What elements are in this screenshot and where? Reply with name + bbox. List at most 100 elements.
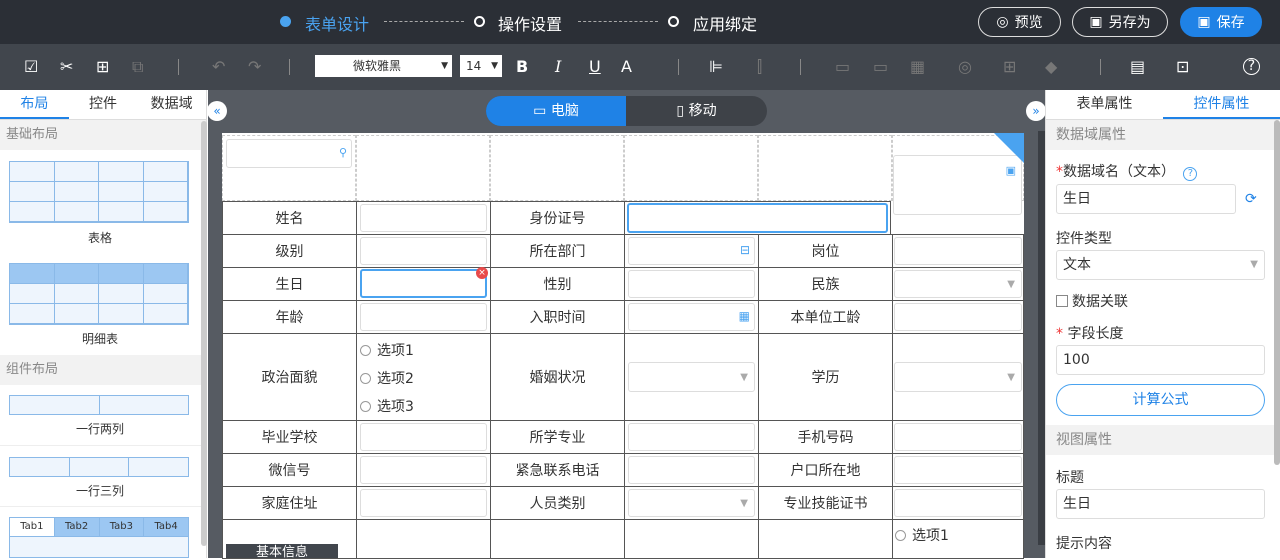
cut-icon[interactable]: ✂ <box>60 57 73 76</box>
fill-color-icon[interactable]: ◆ <box>1045 57 1057 76</box>
split-cells-icon[interactable]: ▭ <box>873 57 888 76</box>
department-input[interactable]: ⊟ <box>628 237 755 265</box>
two-col-preview[interactable] <box>9 395 189 415</box>
step-form-design[interactable]: 表单设计 <box>305 11 369 35</box>
redo-icon[interactable]: ↷ <box>248 57 261 76</box>
collapse-right-icon[interactable]: » <box>1026 101 1046 121</box>
label-cell: 入职时间 <box>490 300 625 334</box>
paste-icon[interactable]: ⧉ <box>132 57 143 77</box>
left-panel-scrollbar[interactable] <box>201 121 207 546</box>
three-col-preview[interactable] <box>9 457 189 477</box>
title-input[interactable]: 生日 <box>1056 489 1265 519</box>
photo-field[interactable]: ▣ <box>893 155 1022 215</box>
font-size-select[interactable]: 14 ▼ <box>460 55 502 77</box>
gender-input[interactable] <box>628 270 755 298</box>
align-left-icon[interactable]: ⊫ <box>709 57 723 76</box>
phone-input[interactable] <box>894 423 1022 451</box>
field-name-input[interactable]: 生日 <box>1056 184 1236 214</box>
tab-control-properties[interactable]: 控件属性 <box>1163 90 1280 119</box>
step-divider <box>578 21 658 22</box>
hire-date-input[interactable]: ▦ <box>628 303 755 331</box>
tabs-layout-preview[interactable]: Tab1 Tab2 Tab3 Tab4 <box>9 517 189 558</box>
detail-table-preview[interactable] <box>9 263 189 325</box>
search-field[interactable]: ⚲ <box>226 139 352 168</box>
valign-icon[interactable]: ⫿ <box>757 57 762 77</box>
wechat-input[interactable] <box>360 456 487 484</box>
radio-option[interactable]: 选项1 <box>895 525 949 545</box>
copy-icon[interactable]: ⊞ <box>96 57 109 76</box>
border-icon[interactable]: ▦ <box>910 57 925 76</box>
font-family-select[interactable]: 微软雅黑 ▼ <box>315 55 452 77</box>
italic-button[interactable]: I <box>555 57 561 76</box>
grid-cell[interactable] <box>490 135 624 201</box>
tab-form-properties[interactable]: 表单属性 <box>1046 90 1163 119</box>
table-layout-preview[interactable] <box>9 161 189 223</box>
certificate-input[interactable] <box>894 489 1022 517</box>
grid-cell[interactable] <box>356 135 490 201</box>
grid-cell[interactable] <box>758 135 892 201</box>
position-input[interactable] <box>894 237 1022 265</box>
font-color-button[interactable]: A <box>621 57 632 76</box>
underline-button[interactable]: U <box>589 57 601 76</box>
level-input[interactable] <box>360 237 487 265</box>
collapse-left-icon[interactable]: « <box>207 101 227 121</box>
mobile-icon: ▯ <box>676 103 685 119</box>
save-as-button[interactable]: ▣ 另存为 <box>1072 7 1168 37</box>
preview-button[interactable]: ◎ 预览 <box>978 7 1061 37</box>
grid-cell[interactable] <box>624 135 758 201</box>
grid-icon[interactable]: ⊞ <box>1003 57 1016 76</box>
tab-data-domain[interactable]: 数据域 <box>137 90 206 119</box>
format-toolbar: ☑ ✂ ⊞ ⧉ ↶ ↷ 微软雅黑 ▼ 14 ▼ B I U A ⊫ ⫿ ▭ ▭ … <box>0 44 1280 90</box>
tab-controls[interactable]: 控件 <box>69 90 138 119</box>
age-input[interactable] <box>360 303 487 331</box>
undo-icon[interactable]: ↶ <box>212 57 225 76</box>
major-input[interactable] <box>628 423 755 451</box>
radio-option[interactable]: 选项1 <box>360 340 414 360</box>
layout-row-icon[interactable]: ▤ <box>1130 57 1145 76</box>
control-type-select[interactable]: 文本 ▼ <box>1056 250 1265 280</box>
step-app-binding[interactable]: 应用绑定 <box>693 11 757 35</box>
delete-icon[interactable]: × <box>476 267 488 279</box>
help-icon[interactable]: ? <box>1243 58 1260 75</box>
radio-option[interactable]: 选项2 <box>360 368 414 388</box>
seniority-input[interactable] <box>894 303 1022 331</box>
refresh-icon[interactable]: ⟳ <box>1245 191 1257 207</box>
checkbox-icon[interactable]: ☑ <box>24 57 38 76</box>
sheet-tab-basic-info[interactable]: 基本信息 <box>226 544 338 558</box>
right-panel-scrollbar[interactable] <box>1274 120 1280 465</box>
school-input[interactable] <box>360 423 487 451</box>
section-view-properties: 视图属性 <box>1046 425 1275 455</box>
field-length-input[interactable]: 100 <box>1056 345 1265 375</box>
ethnicity-select[interactable]: ▼ <box>894 270 1022 298</box>
hukou-input[interactable] <box>894 456 1022 484</box>
emergency-phone-input[interactable] <box>628 456 755 484</box>
education-select[interactable]: ▼ <box>894 362 1022 392</box>
chevron-down-icon: ▼ <box>740 498 748 509</box>
formula-button[interactable]: 计算公式 <box>1056 384 1265 416</box>
left-panel-tabs: 布局 控件 数据域 <box>0 90 206 120</box>
data-link-checkbox[interactable]: 数据关联 <box>1056 291 1128 311</box>
step-dot <box>474 16 485 27</box>
layout-col-icon[interactable]: ⊡ <box>1176 57 1189 76</box>
radio-option[interactable]: 选项3 <box>360 396 414 416</box>
birthday-input[interactable] <box>360 269 487 298</box>
form-canvas: ⚲ ▣ 姓名 身份证号 级别 所在部门 ⊟ 岗位 生日 × 性别 民族 ▼ 年龄… <box>222 133 1024 559</box>
add-tab-button[interactable]: + <box>338 541 358 560</box>
mobile-toggle[interactable]: ▯ 移动 <box>626 96 767 126</box>
marital-status-select[interactable]: ▼ <box>628 362 755 392</box>
tab-layout[interactable]: 布局 <box>0 90 69 119</box>
staff-category-select[interactable]: ▼ <box>628 489 755 517</box>
step-operation-settings[interactable]: 操作设置 <box>498 11 562 35</box>
help-icon[interactable]: ? <box>1183 167 1198 181</box>
merge-cells-icon[interactable]: ▭ <box>835 57 850 76</box>
radio-label: 选项2 <box>377 371 414 387</box>
bold-button[interactable]: B <box>516 57 528 76</box>
desktop-toggle[interactable]: ▭ 电脑 <box>486 96 626 126</box>
save-button[interactable]: ▣ 保存 <box>1180 7 1262 37</box>
canvas-scrollbar[interactable] <box>1038 131 1045 545</box>
name-input[interactable] <box>360 204 487 232</box>
shape-icon[interactable]: ◎ <box>958 57 972 76</box>
address-input[interactable] <box>360 489 487 517</box>
id-number-input[interactable] <box>627 203 888 233</box>
grid-cell <box>758 519 893 559</box>
